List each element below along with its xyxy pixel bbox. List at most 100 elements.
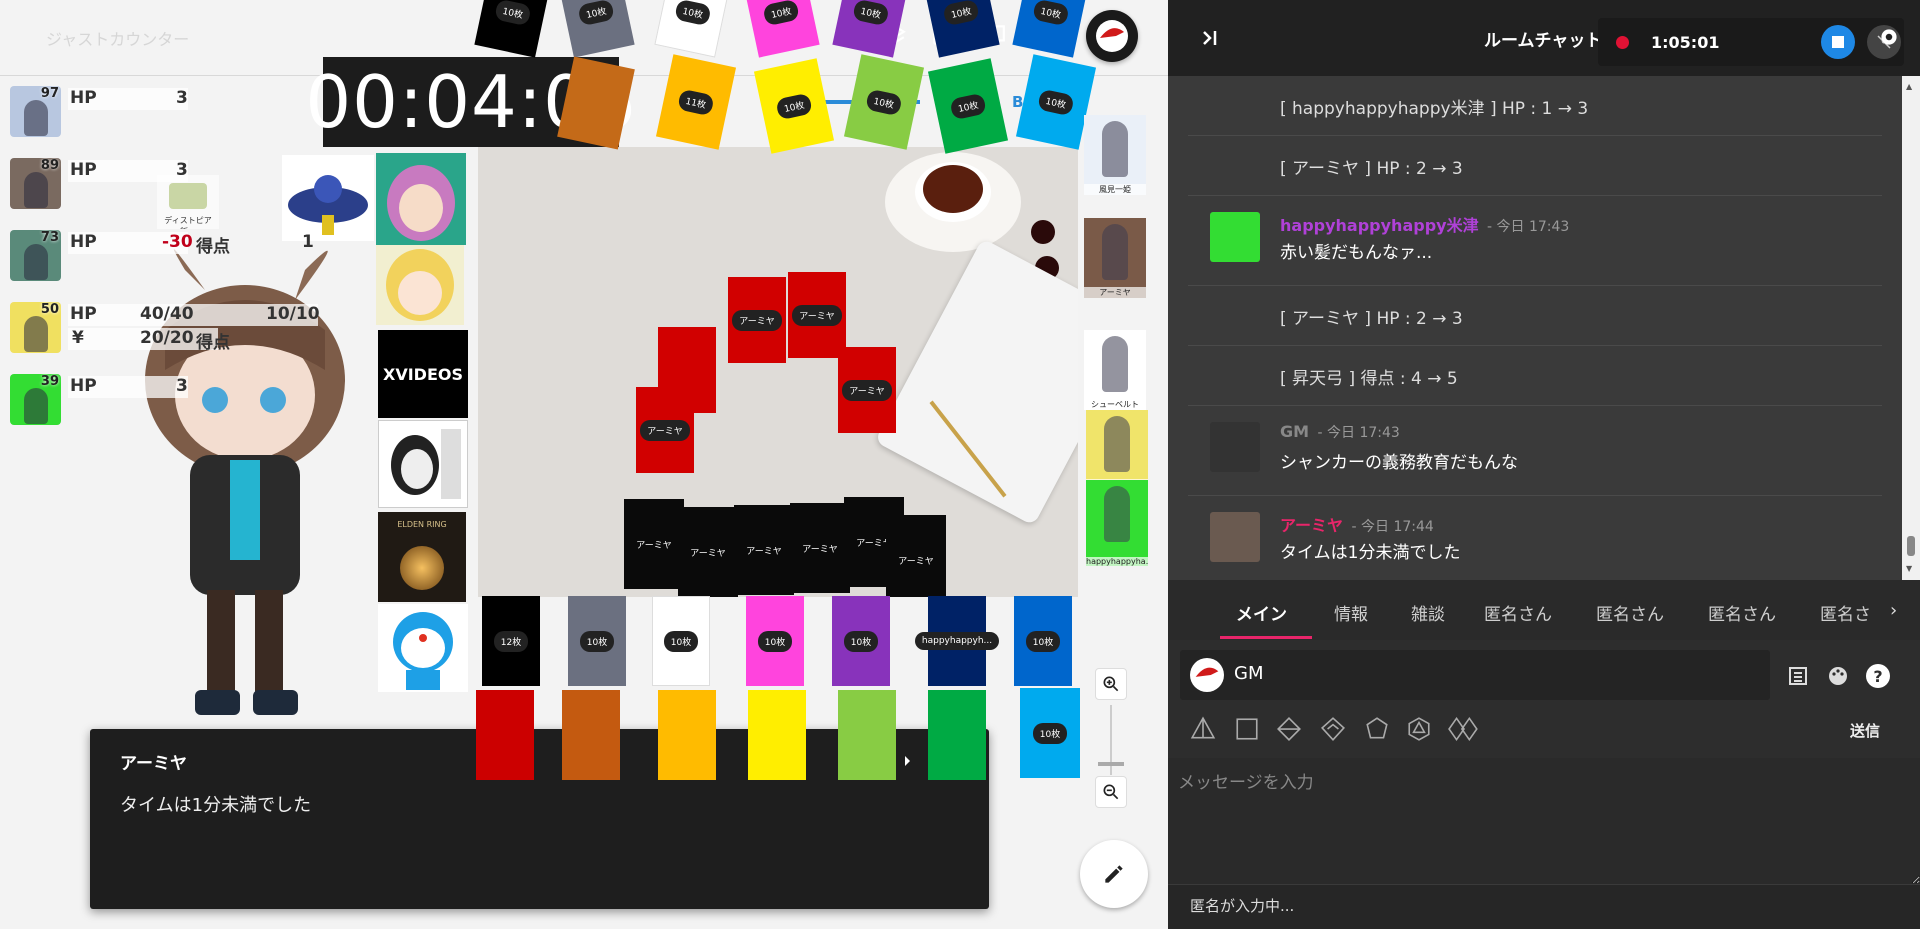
card-stack[interactable]: happyhappyh... bbox=[914, 596, 1000, 686]
character-avatar[interactable]: 89 bbox=[10, 158, 61, 209]
d20-dice-icon[interactable] bbox=[1406, 716, 1432, 746]
right-character-card[interactable]: 風見一姫 bbox=[1084, 115, 1146, 195]
chat-scrollbar[interactable]: ▲ ▼ bbox=[1902, 76, 1920, 580]
collapse-panel-icon[interactable] bbox=[1198, 26, 1222, 50]
user-avatar-button[interactable] bbox=[1086, 10, 1138, 62]
settings-icon[interactable] bbox=[1876, 24, 1902, 50]
red-card[interactable]: アーミヤ bbox=[788, 272, 846, 358]
pink-hair-image[interactable] bbox=[376, 153, 466, 245]
red-card-label: アーミヤ bbox=[792, 304, 842, 326]
manga-image[interactable] bbox=[378, 420, 468, 508]
tabs-scroll-right-icon[interactable]: › bbox=[1890, 600, 1897, 621]
score-label: 得点 bbox=[196, 237, 230, 257]
card-stack[interactable]: 10枚 bbox=[1014, 596, 1072, 686]
doraemon-image[interactable] bbox=[378, 604, 468, 692]
chat-log-item[interactable]: GM - 今日 17:43 シャンカーの義務教育だもんな bbox=[1188, 406, 1882, 496]
right-character-card[interactable]: 昇天弓 bbox=[1086, 410, 1148, 490]
character-figure bbox=[24, 172, 48, 208]
card-count: 10枚 bbox=[576, 0, 616, 26]
elden-ring-image[interactable]: ELDEN RING bbox=[378, 512, 466, 602]
card-count: 10枚 bbox=[493, 0, 533, 26]
red-card[interactable]: アーミヤ bbox=[636, 387, 694, 473]
message-input[interactable] bbox=[1168, 758, 1920, 884]
xvideos-logo[interactable]: XVIDEOS bbox=[378, 330, 468, 418]
palette-icon[interactable] bbox=[1826, 664, 1850, 688]
room-title: ジャストカウンター bbox=[46, 30, 190, 49]
chat-tab[interactable]: 匿名さん bbox=[1596, 600, 1664, 625]
chat-author-name: GM bbox=[1280, 422, 1310, 441]
right-character-card[interactable]: happyhappyha... bbox=[1086, 480, 1148, 566]
zoom-out-button[interactable] bbox=[1095, 776, 1127, 808]
hp-label: HP bbox=[70, 304, 97, 324]
send-button[interactable]: 送信 bbox=[1850, 720, 1880, 741]
chat-log-item[interactable]: [ アーミヤ ] HP : 2 → 3 bbox=[1188, 136, 1882, 196]
chat-tab[interactable]: 雑談 bbox=[1411, 600, 1445, 625]
help-icon[interactable]: ? bbox=[1866, 664, 1890, 688]
chat-timestamp: - 今日 17:43 bbox=[1482, 219, 1570, 235]
right-character-card[interactable]: アーミヤ bbox=[1084, 218, 1146, 298]
chat-tab[interactable]: メイン bbox=[1236, 600, 1287, 625]
card-stack[interactable]: 10枚 bbox=[746, 596, 804, 686]
chat-tab[interactable]: 匿名さ bbox=[1820, 600, 1871, 625]
black-card-label: アーミヤ bbox=[802, 544, 838, 555]
character-level: 89 bbox=[40, 158, 59, 173]
character-avatar[interactable]: 39 bbox=[10, 374, 61, 425]
list-icon[interactable] bbox=[1786, 664, 1810, 688]
red-card[interactable]: アーミヤ bbox=[728, 277, 786, 363]
d8-dice-icon[interactable] bbox=[1276, 716, 1302, 746]
blonde-image[interactable] bbox=[376, 245, 464, 325]
chat-log-item[interactable]: [ happyhappyhappy米津 ] HP : 1 → 3 bbox=[1188, 76, 1882, 136]
card-stack[interactable] bbox=[562, 690, 620, 780]
d10-dice-icon[interactable] bbox=[1320, 716, 1346, 746]
card-stack[interactable]: 10枚 bbox=[568, 596, 626, 686]
card-stack[interactable] bbox=[748, 690, 806, 780]
chat-log[interactable]: [ happyhappyhappy米津 ] HP : 1 → 3 [ アーミヤ ]… bbox=[1168, 76, 1902, 580]
card-stack[interactable] bbox=[658, 690, 716, 780]
d6-dice-icon[interactable] bbox=[1234, 716, 1260, 746]
card-stack[interactable]: 12枚 bbox=[482, 596, 540, 686]
card-count: 10枚 bbox=[663, 630, 699, 652]
red-card[interactable]: アーミヤ bbox=[838, 347, 896, 433]
chat-log-item[interactable]: アーミヤ - 今日 17:44 タイムは1分未満でした bbox=[1188, 496, 1882, 580]
card-stack[interactable] bbox=[838, 690, 896, 780]
card-stack[interactable]: 10枚 bbox=[1020, 688, 1080, 778]
d12-dice-icon[interactable] bbox=[1364, 716, 1390, 746]
elden-ring-text: ELDEN RING bbox=[397, 520, 447, 529]
typing-indicator: 匿名が入力中... bbox=[1190, 897, 1295, 915]
black-card[interactable]: アーミヤ bbox=[886, 515, 946, 597]
character-avatar[interactable]: 73 bbox=[10, 230, 61, 281]
chat-message-text: 赤い髪だもんなァ... bbox=[1280, 243, 1433, 263]
stage-background[interactable]: アーミヤ アーミヤ アーミヤ アーミヤ アーミヤ アーミヤ アーミヤ アーミヤ アーミヤ アーミヤ bbox=[478, 147, 1078, 597]
chat-tab[interactable]: 匿名さん bbox=[1708, 600, 1776, 625]
robot-image[interactable] bbox=[282, 155, 374, 241]
chat-log-item[interactable]: happyhappyhappy米津 - 今日 17:43 赤い髪だもんなァ... bbox=[1188, 196, 1882, 286]
card-stack[interactable] bbox=[928, 690, 986, 780]
card-stack[interactable] bbox=[476, 690, 534, 780]
game-board[interactable]: ジャストカウンター ディストピア飯... XVIDEOS bbox=[0, 0, 1168, 929]
sticker-image[interactable]: ディストピア飯... bbox=[157, 175, 219, 229]
chat-tab[interactable]: 情報 bbox=[1334, 600, 1368, 625]
yen-label: ¥ bbox=[72, 328, 84, 348]
stop-recording-button[interactable] bbox=[1821, 25, 1856, 59]
message-next-icon[interactable] bbox=[895, 749, 919, 773]
card-stack[interactable]: 10枚 bbox=[652, 596, 710, 686]
card-count: 10枚 bbox=[1025, 630, 1061, 652]
black-card[interactable]: アーミヤ bbox=[624, 499, 684, 589]
edit-button[interactable] bbox=[1080, 840, 1148, 908]
right-character-card[interactable]: シューベルト bbox=[1084, 330, 1146, 410]
d4-dice-icon[interactable] bbox=[1190, 716, 1216, 746]
character-avatar[interactable]: 97 bbox=[10, 86, 61, 137]
d100-dice-icon[interactable] bbox=[1448, 716, 1480, 746]
character-figure bbox=[24, 100, 48, 136]
sender-selector[interactable]: GM bbox=[1180, 650, 1770, 700]
black-card[interactable]: アーミヤ bbox=[734, 505, 794, 595]
black-card[interactable]: アーミヤ bbox=[678, 507, 738, 597]
character-avatar[interactable]: 50 bbox=[10, 302, 61, 353]
zoom-in-button[interactable] bbox=[1095, 668, 1127, 700]
card-stack[interactable]: 10枚 bbox=[832, 596, 890, 686]
chat-tab[interactable]: 匿名さん bbox=[1484, 600, 1552, 625]
chat-log-item[interactable]: [ 昇天弓 ] 得点 : 4 → 5 bbox=[1188, 346, 1882, 406]
chat-log-item[interactable]: [ アーミヤ ] HP : 2 → 3 bbox=[1188, 286, 1882, 346]
zoom-slider-thumb[interactable] bbox=[1098, 762, 1124, 766]
black-card[interactable]: アーミヤ bbox=[790, 503, 850, 593]
